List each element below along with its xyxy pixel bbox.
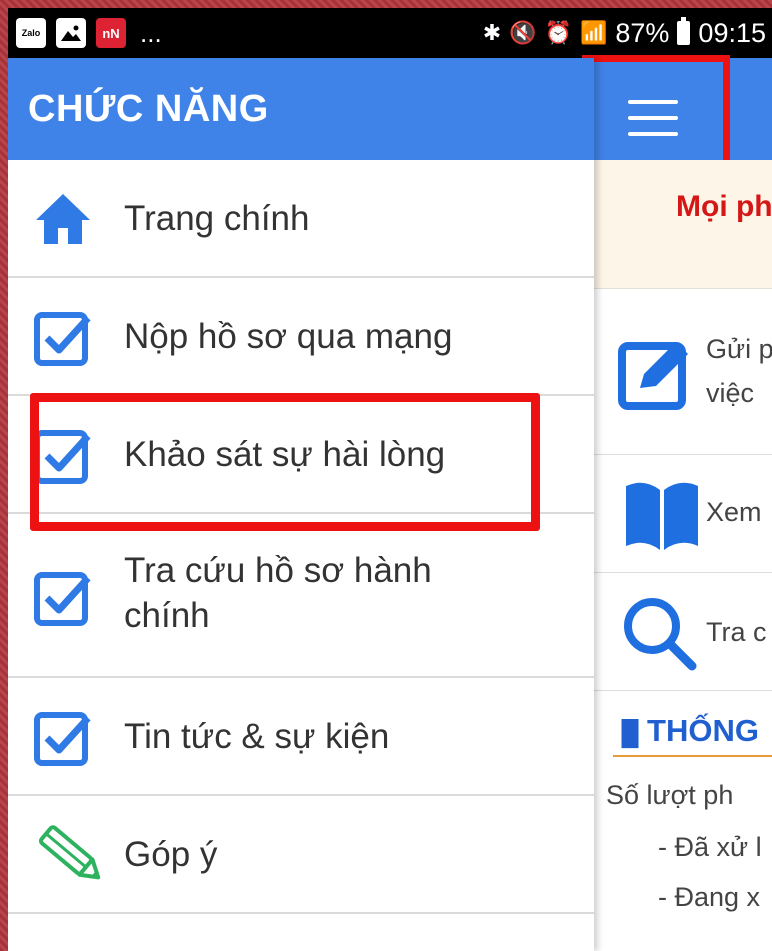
wifi-icon: 📶 [579, 20, 608, 45]
menu-item-label: Nộp hồ sơ qua mạng [124, 317, 453, 356]
mute-icon: 🔇 [509, 20, 537, 45]
menu-item-label: Góp ý [124, 835, 218, 874]
drawer-header: CHỨC NĂNG [8, 58, 594, 160]
search-icon [624, 598, 697, 671]
survey-highlight [30, 393, 540, 531]
bar-chart-icon: ▐▌ [613, 720, 648, 747]
clock: 09:15 [698, 17, 766, 48]
notification-icons: Zalo nN ... [16, 16, 162, 50]
stats-line: - Đã xử l [658, 832, 762, 862]
home-icon [36, 194, 90, 244]
lookup-row[interactable]: Tra c [594, 572, 772, 691]
row-text: Xem [706, 497, 762, 527]
checkbox-icon [34, 572, 91, 626]
checkbox-icon [34, 312, 91, 366]
notice-banner: Mọi ph [594, 160, 772, 289]
stats-line: Số lượt ph [606, 780, 734, 810]
menu-item-label: Trang chính [124, 199, 310, 238]
row-text: Tra c [706, 617, 767, 647]
drawer-title: CHỨC NĂNG [28, 88, 269, 130]
book-icon [626, 482, 698, 550]
nn-app-icon: nN [96, 18, 126, 48]
bluetooth-icon: ✱ [482, 20, 502, 45]
zalo-icon: Zalo [16, 18, 46, 48]
phone-screen: Zalo nN ... ✱ 🔇 ⏰ 📶 87% 09:15 Mọi ph Gửi… [8, 8, 772, 951]
system-icons: ✱ 🔇 ⏰ 📶 87% 09:15 [483, 14, 766, 52]
more-notifications: ... [140, 17, 162, 48]
menu-item-news[interactable]: Tin tức & sự kiện [8, 678, 594, 796]
row-text: Gửi p [706, 334, 772, 364]
stats-line: - Đang x [658, 882, 761, 912]
menu-item-label: Tra cứu hồ sơ hành chính [124, 551, 432, 635]
submit-feedback-row[interactable]: Gửi p việc [594, 289, 772, 455]
edit-icon [618, 342, 688, 410]
stats-title: ▐▌THỐNG [613, 713, 759, 748]
stats-underline [613, 755, 772, 757]
menu-item-label: Tin tức & sự kiện [124, 717, 390, 756]
photo-icon [56, 18, 86, 48]
menu-item-submit-online[interactable]: Nộp hồ sơ qua mạng [8, 278, 594, 396]
alarm-icon: ⏰ [544, 20, 572, 45]
battery-icon [677, 17, 691, 45]
pencil-icon [38, 825, 101, 880]
menu-button-highlight [582, 55, 730, 173]
checkbox-icon [34, 712, 91, 766]
row-text-2: việc [706, 378, 755, 408]
view-row[interactable]: Xem [594, 454, 772, 573]
battery-percent: 87% [615, 17, 670, 48]
notice-text: Mọi ph [676, 190, 772, 223]
menu-item-lookup-records[interactable]: Tra cứu hồ sơ hành chính [8, 514, 594, 678]
status-bar: Zalo nN ... ✱ 🔇 ⏰ 📶 87% 09:15 [8, 8, 772, 58]
menu-item-home[interactable]: Trang chính [8, 160, 594, 278]
menu-item-feedback[interactable]: Góp ý [8, 796, 594, 914]
